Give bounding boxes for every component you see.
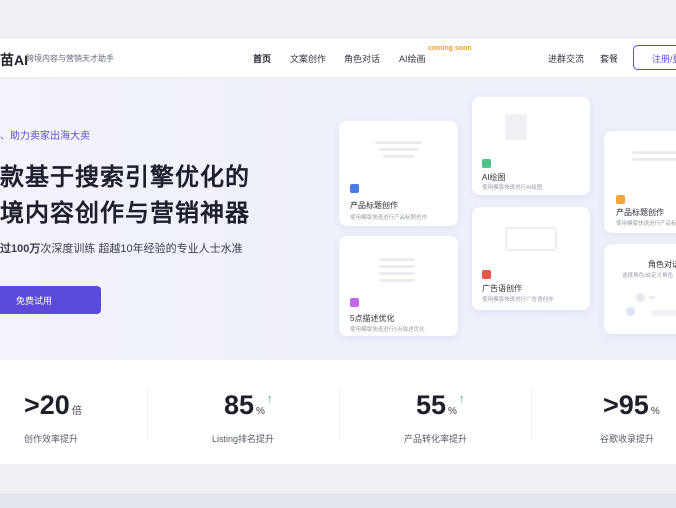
- card-title: 广告语创作: [482, 284, 522, 293]
- template-card-product-title[interactable]: 产品标题创作 使用模版快速进行产品标题创作: [339, 121, 458, 226]
- image-placeholder-icon: [505, 114, 527, 140]
- hero-headline-line2: 境内容创作与营销神器: [0, 200, 250, 227]
- stat-divider: [531, 388, 532, 440]
- hero-tagline-text: 助力卖家出海大卖: [10, 131, 90, 142]
- nav-copywriting[interactable]: 文案创作: [290, 52, 326, 65]
- nav-ai-drawing[interactable]: AI绘画: [399, 52, 426, 65]
- bot-avatar-icon: [626, 307, 635, 316]
- template-card-product-title-2[interactable]: 产品标题创作 使用模版快速进行产品标题创: [604, 131, 676, 233]
- card-description: 使用模版快速进行5点描述优化: [350, 327, 425, 333]
- stat-divider: [339, 388, 340, 440]
- stats-section: >20 倍 创作效率提升 85% ↑ Listing排名提升 55% ↑ 产品转化…: [0, 360, 676, 464]
- nav-pricing[interactable]: 套餐: [600, 52, 618, 65]
- nav-join-group[interactable]: 进群交流: [548, 52, 584, 65]
- banner-placeholder-icon: [505, 227, 557, 251]
- hero-subline-bold: 过100万: [0, 243, 41, 255]
- template-card-ad-copy[interactable]: 广告语创作 使用模版快速进行广告语创作: [472, 207, 590, 310]
- hero-subline: 过100万次深度训练 超越10年经验的专业人士水准: [0, 240, 243, 256]
- hero-section: 、助力卖家出海大卖 款基于搜索引擎优化的 境内容创作与营销神器 过100万次深度…: [0, 79, 676, 360]
- brand-logo[interactable]: 苗AI: [0, 50, 28, 70]
- card-title: AI绘图: [482, 173, 506, 182]
- free-trial-button[interactable]: 免费试用: [0, 286, 101, 314]
- top-navigation: 苗AI 跨境内容与营销天才助手 首页 文案创作 角色对话 AI绘画 coming…: [0, 38, 676, 78]
- stat-google-label: 谷歌收录提升: [600, 434, 655, 444]
- stat-divider: [147, 388, 148, 440]
- browser-top-bar: [0, 0, 676, 38]
- five-points-icon: [350, 298, 359, 307]
- brand-slogan: 跨境内容与营销天才助手: [26, 54, 114, 63]
- product-title-icon: [350, 184, 359, 193]
- card-description: 使用模版快速进行产品标题创作: [350, 215, 428, 221]
- card-title: 角色对话: [648, 260, 676, 269]
- card-title: 产品标题创作: [350, 201, 398, 210]
- card-description: 使用模版快速进行产品标题创: [616, 221, 676, 227]
- stat-listing-value: 85%: [224, 390, 265, 420]
- hero-subline-rest: 次深度训练 超越10年经验的专业人士水准: [40, 243, 243, 255]
- ad-copy-icon: [482, 270, 491, 279]
- template-card-ai-drawing[interactable]: AI绘图 使用模版快速进行AI绘图: [472, 97, 590, 195]
- stat-efficiency-value: >20 倍: [24, 390, 82, 420]
- footer-strip: [0, 494, 676, 508]
- up-arrow-icon: ↑: [459, 393, 465, 405]
- card-description: 使用模版快速进行AI绘图: [482, 185, 543, 191]
- avatar-icon: [636, 293, 645, 302]
- hero-tagline: 、助力卖家出海大卖: [0, 131, 90, 142]
- nav-role-chat[interactable]: 角色对话: [344, 52, 380, 65]
- stat-conversion-value: 55%: [416, 390, 457, 420]
- stat-efficiency-label: 创作效率提升: [24, 434, 79, 444]
- ai-drawing-icon: [482, 159, 491, 168]
- up-arrow-icon: ↑: [267, 393, 273, 405]
- hero-headline-line1: 款基于搜索引擎优化的: [0, 164, 250, 191]
- stat-conversion-label: 产品转化率提升: [404, 434, 468, 444]
- card-description: 使用模版快速进行广告语创作: [482, 297, 554, 303]
- card-title: 5点描述优化: [350, 314, 395, 323]
- card-description: 选择角色/自定义角色: [622, 273, 674, 279]
- stat-listing-label: Listing排名提升: [212, 434, 275, 444]
- product-title-icon: [616, 195, 625, 204]
- template-card-role-chat[interactable]: 角色对话 选择角色/自定义角色: [604, 244, 676, 334]
- nav-home[interactable]: 首页: [253, 52, 271, 65]
- register-login-button[interactable]: 注册/登: [633, 45, 676, 70]
- coming-soon-badge: coming soon: [428, 45, 472, 52]
- template-card-five-points[interactable]: 5点描述优化 使用模版快速进行5点描述优化: [339, 236, 458, 336]
- card-title: 产品标题创作: [616, 208, 664, 217]
- stat-google-value: >95%: [603, 390, 660, 420]
